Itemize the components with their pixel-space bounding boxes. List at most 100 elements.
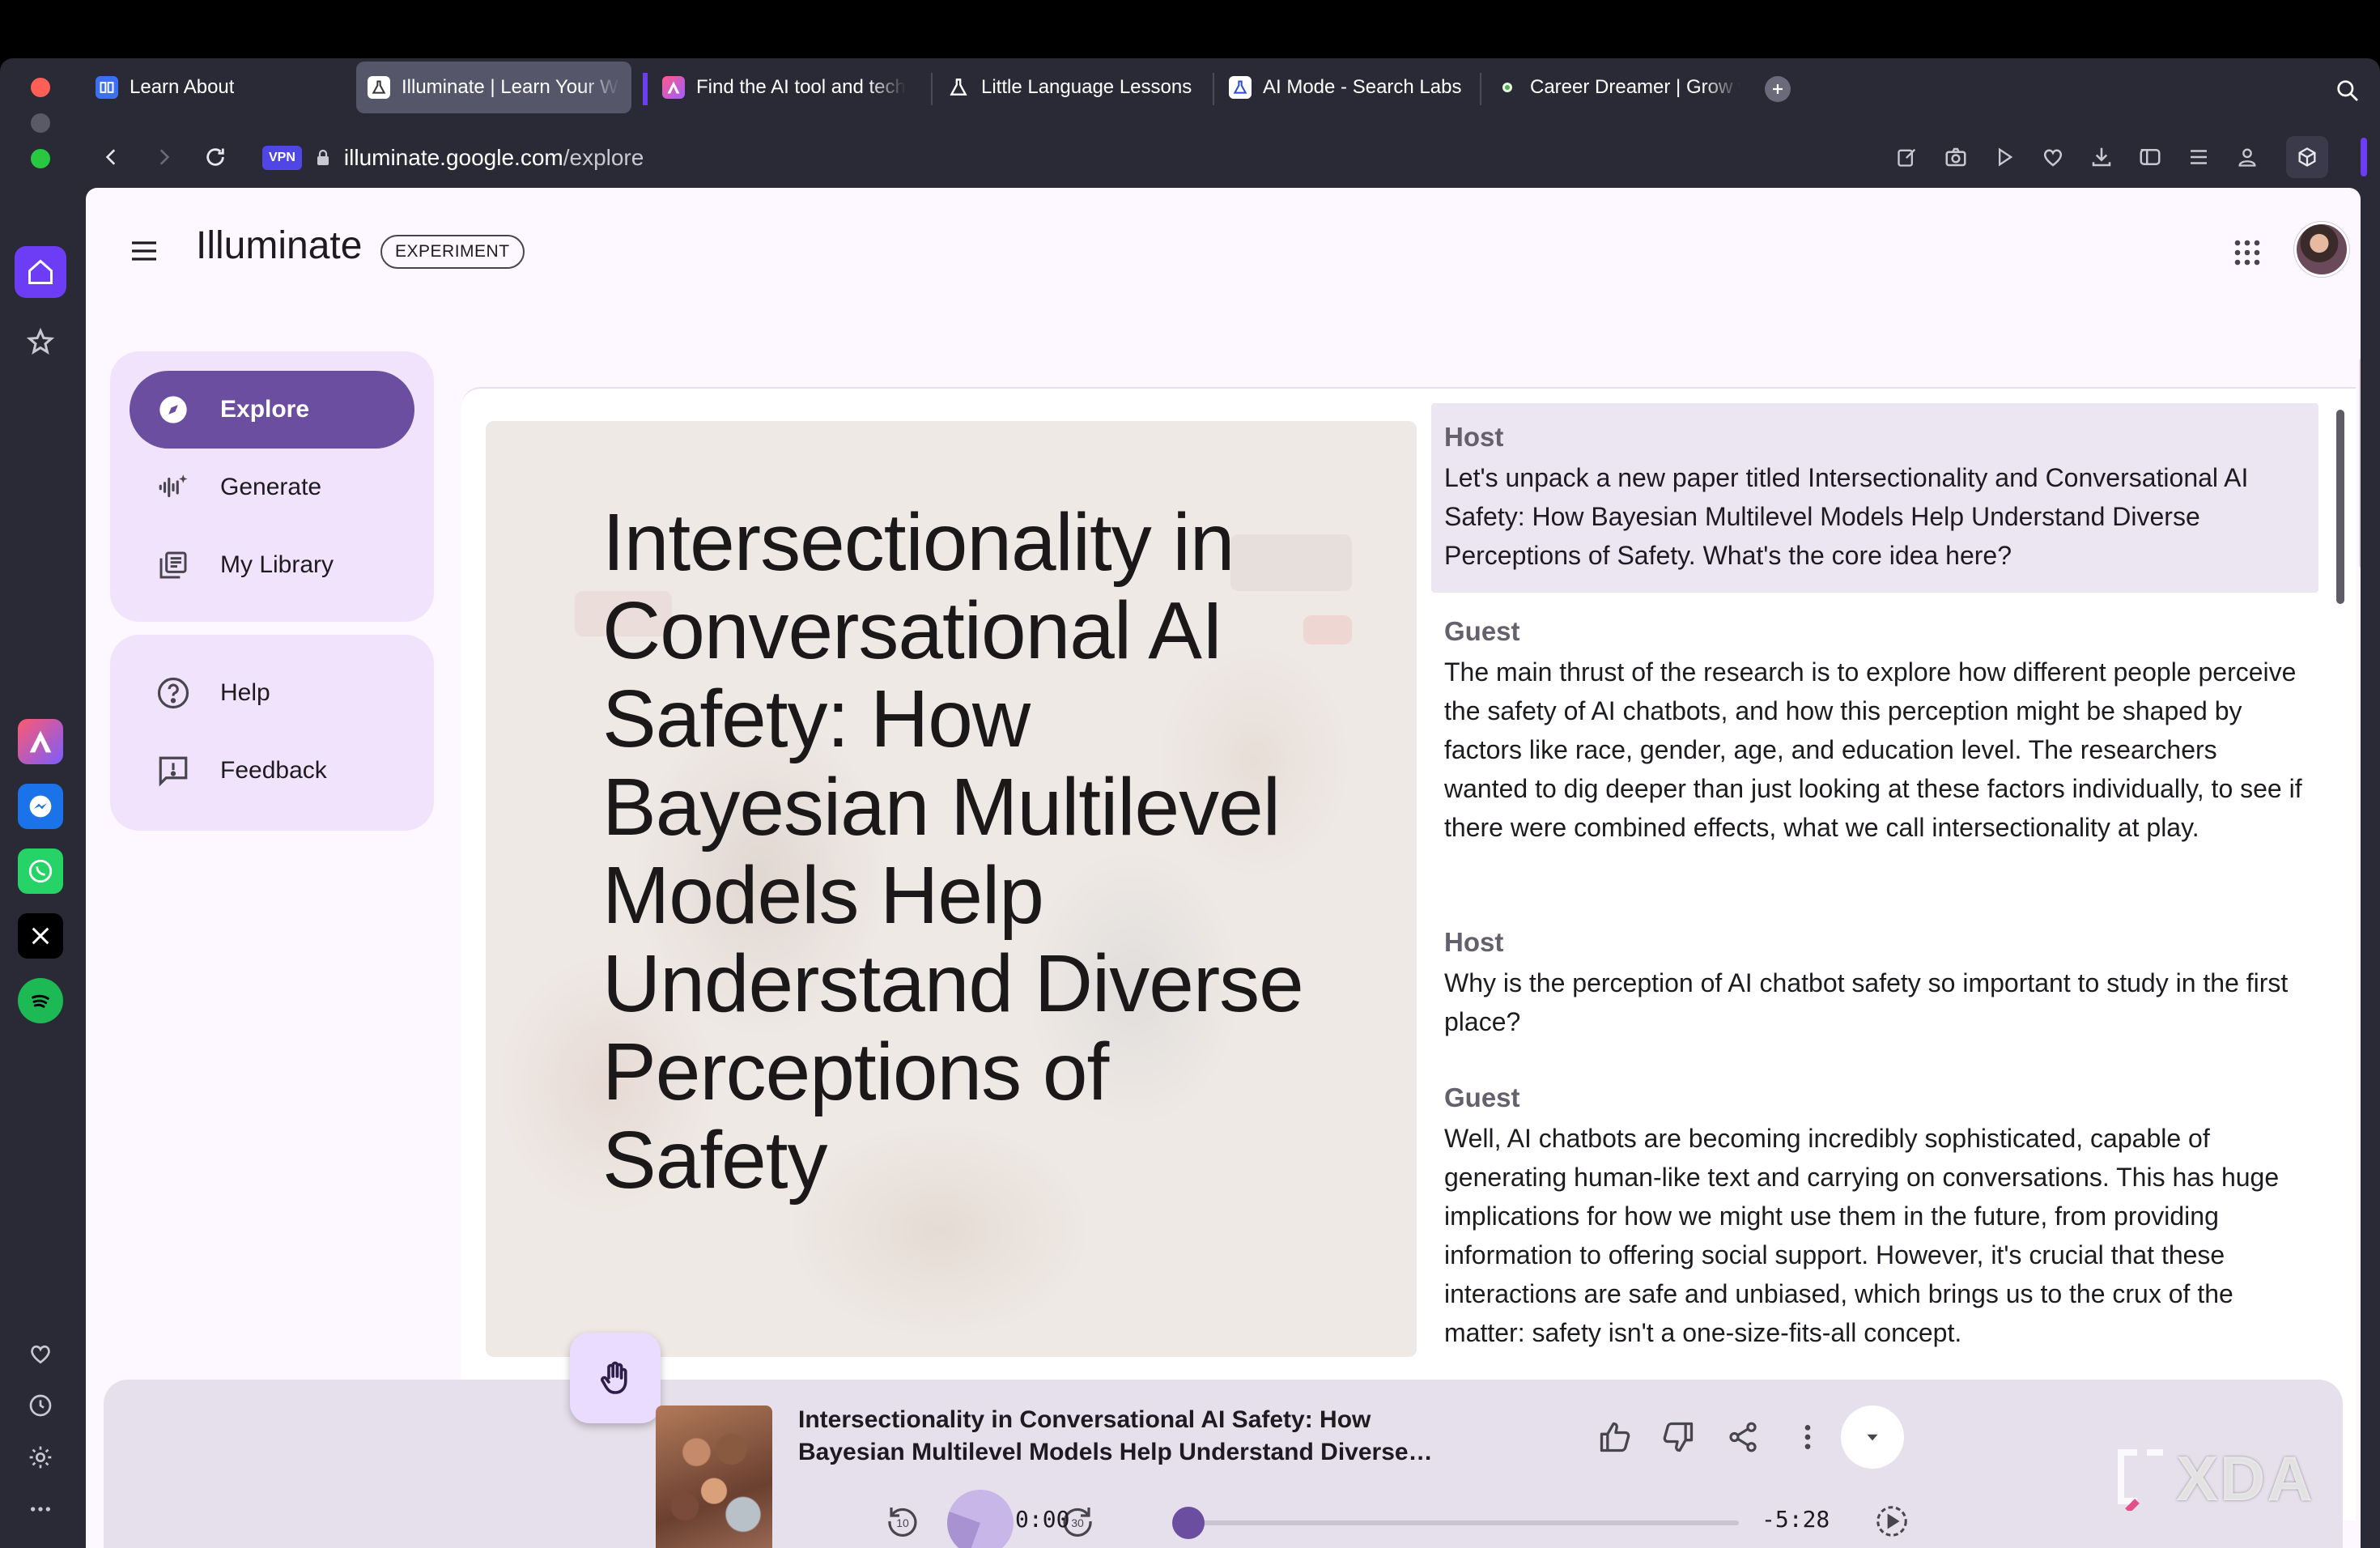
menu-list-icon[interactable] bbox=[2178, 136, 2220, 178]
profile-icon[interactable] bbox=[2226, 136, 2268, 178]
episode-title[interactable]: Intersectionality in Conversational AI S… bbox=[798, 1404, 1470, 1469]
loading-spinner bbox=[947, 1490, 1014, 1548]
transcript-turn[interactable]: Guest Well, AI chatbots are becoming inc… bbox=[1431, 1064, 2318, 1370]
heart-outline-icon[interactable] bbox=[2032, 136, 2074, 178]
sidebar-toggle-icon[interactable] bbox=[2129, 136, 2171, 178]
experiment-badge: EXPERIMENT bbox=[380, 235, 525, 269]
hand-icon bbox=[596, 1359, 635, 1397]
transcript-turn[interactable]: Host Let's unpack a new paper titled Int… bbox=[1431, 403, 2318, 593]
help-circle-icon bbox=[155, 675, 191, 711]
forward-button[interactable] bbox=[141, 134, 186, 180]
cover-image: Intersectionality in Conversational AI S… bbox=[486, 421, 1417, 1357]
rewind-10-button[interactable]: 10 bbox=[878, 1496, 928, 1546]
nav-my-library[interactable]: My Library bbox=[130, 526, 414, 604]
window-minimize-button[interactable] bbox=[31, 113, 50, 133]
browser-window: Learn About Illuminate | Learn Your Way … bbox=[0, 58, 2380, 1548]
tab-label: Career Dreamer | Grow with Google bbox=[1530, 76, 1740, 98]
url-text[interactable]: illuminate.google.com/explore bbox=[344, 145, 644, 171]
tab-learn-about[interactable]: Learn About bbox=[84, 62, 343, 113]
flask-icon bbox=[947, 76, 970, 99]
url-host: illuminate.google.com bbox=[343, 145, 563, 170]
speaker-label: Guest bbox=[1444, 616, 1520, 646]
edit-icon[interactable] bbox=[1886, 136, 1928, 178]
search-icon[interactable] bbox=[2331, 74, 2364, 107]
tab-label: AI Mode - Search Labs bbox=[1263, 76, 1462, 98]
cover-title: Intersectionality in Conversational AI S… bbox=[602, 497, 1304, 1206]
hamburger-menu-icon[interactable] bbox=[121, 228, 167, 274]
transcript-turn[interactable]: Host Why is the perception of AI chatbot… bbox=[1431, 908, 2318, 1059]
window-close-button[interactable] bbox=[31, 78, 50, 97]
tab-label: Little Language Lessons bbox=[981, 76, 1192, 98]
camera-icon[interactable] bbox=[1935, 136, 1977, 178]
web-page: Illuminate EXPERIMENT Explore Generate M… bbox=[86, 188, 2361, 1548]
download-icon[interactable] bbox=[2080, 136, 2123, 178]
transcript-turn[interactable]: Guest The main thrust of the research is… bbox=[1431, 598, 2318, 865]
nav-generate-label: Generate bbox=[220, 474, 322, 500]
rewind-label: 10 bbox=[896, 1516, 909, 1529]
chevron-down-icon bbox=[1862, 1427, 1883, 1448]
transcript: Host Let's unpack a new paper titled Int… bbox=[1431, 397, 2346, 1522]
tab-little-language-lessons[interactable]: Little Language Lessons bbox=[936, 62, 1208, 113]
tab-separator bbox=[1480, 73, 1481, 105]
seek-bar[interactable] bbox=[1188, 1520, 1739, 1525]
time-remaining: -5:28 bbox=[1762, 1506, 1830, 1533]
collapse-player-button[interactable] bbox=[1841, 1406, 1904, 1469]
nav-my-library-label: My Library bbox=[220, 551, 334, 578]
arc-app-icon[interactable] bbox=[18, 719, 63, 764]
tab-find-ai-tool[interactable]: Find the AI tool and tech bbox=[651, 62, 926, 113]
home-icon[interactable] bbox=[15, 246, 66, 298]
heart-icon[interactable] bbox=[23, 1336, 58, 1372]
app-icon bbox=[662, 76, 685, 99]
vpn-badge[interactable]: VPN bbox=[262, 146, 302, 170]
spotify-icon[interactable] bbox=[18, 978, 63, 1023]
thumbs-down-icon[interactable] bbox=[1653, 1412, 1703, 1462]
reload-button[interactable] bbox=[193, 134, 238, 180]
window-zoom-button[interactable] bbox=[31, 149, 50, 168]
nav-generate[interactable]: Generate bbox=[130, 449, 414, 526]
tab-illuminate[interactable]: Illuminate | Learn Your Way bbox=[356, 62, 631, 113]
new-tab-button[interactable] bbox=[1765, 76, 1791, 102]
app-title[interactable]: Illuminate bbox=[196, 223, 362, 268]
raise-hand-button[interactable] bbox=[570, 1333, 661, 1423]
tab-separator bbox=[1213, 73, 1214, 105]
seek-handle[interactable] bbox=[1172, 1507, 1205, 1539]
episode-thumbnail[interactable] bbox=[656, 1406, 772, 1548]
history-icon[interactable] bbox=[23, 1388, 58, 1423]
transcript-text: The main thrust of the research is to ex… bbox=[1444, 657, 2302, 842]
nav-explore[interactable]: Explore bbox=[130, 371, 414, 449]
extensions-cube-icon[interactable] bbox=[2286, 136, 2328, 178]
tab-group-indicator bbox=[643, 73, 648, 105]
star-icon[interactable] bbox=[15, 316, 66, 368]
page-scrollbar[interactable] bbox=[2359, 358, 2361, 568]
tab-label: Illuminate | Learn Your Way bbox=[402, 76, 620, 98]
xda-watermark: XDA bbox=[2114, 1443, 2314, 1514]
settings-gear-icon[interactable] bbox=[23, 1440, 58, 1475]
audio-player: Intersectionality in Conversational AI S… bbox=[104, 1333, 2343, 1548]
avatar[interactable] bbox=[2294, 222, 2349, 277]
whatsapp-icon[interactable] bbox=[18, 848, 63, 894]
tab-ai-mode[interactable]: AI Mode - Search Labs bbox=[1218, 62, 1477, 113]
transcript-scrollbar[interactable] bbox=[2336, 410, 2344, 604]
address-bar[interactable]: VPN illuminate.google.com/explore bbox=[262, 136, 1234, 180]
messenger-icon[interactable] bbox=[18, 784, 63, 829]
back-button[interactable] bbox=[89, 134, 134, 180]
tab-career-dreamer[interactable]: Career Dreamer | Grow with Google bbox=[1485, 62, 1752, 113]
tab-strip: Learn About Illuminate | Learn Your Way … bbox=[84, 62, 2380, 117]
more-vertical-icon[interactable] bbox=[1783, 1412, 1833, 1462]
lock-icon[interactable] bbox=[313, 147, 333, 168]
playback-speed-icon[interactable] bbox=[1867, 1496, 1917, 1546]
x-app-icon[interactable] bbox=[18, 913, 63, 959]
speaker-label: Guest bbox=[1444, 1082, 1520, 1112]
transcript-text: Well, AI chatbots are becoming incredibl… bbox=[1444, 1124, 2280, 1347]
flask-icon bbox=[1229, 76, 1252, 99]
play-outline-icon[interactable] bbox=[1983, 136, 2025, 178]
apps-grid-icon[interactable] bbox=[2223, 228, 2272, 277]
tab-separator bbox=[931, 73, 933, 105]
play-button[interactable] bbox=[947, 1490, 1014, 1548]
thumbs-up-icon[interactable] bbox=[1590, 1412, 1640, 1462]
transcript-text: Why is the perception of AI chatbot safe… bbox=[1444, 968, 2289, 1036]
nav-feedback[interactable]: Feedback bbox=[130, 732, 414, 810]
more-horizontal-icon[interactable] bbox=[23, 1491, 58, 1527]
nav-help[interactable]: Help bbox=[130, 654, 414, 732]
share-icon[interactable] bbox=[1718, 1412, 1768, 1462]
